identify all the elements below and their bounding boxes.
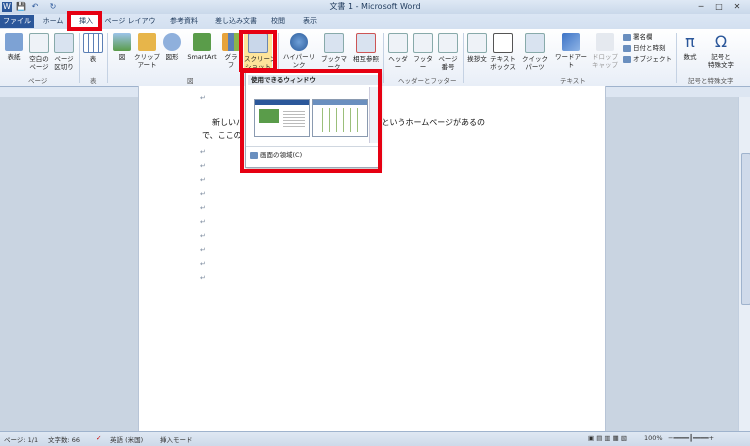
tab-file[interactable]: ファイル xyxy=(0,15,34,28)
hyperlink-button[interactable]: ハイパーリンク xyxy=(281,33,317,69)
proofing-icon[interactable]: ✓ xyxy=(96,434,101,442)
calendar-icon xyxy=(623,44,631,52)
group-label-page: ページ xyxy=(28,77,48,85)
drop-cap-icon xyxy=(596,33,614,51)
clip-art-button[interactable]: クリップ アート xyxy=(134,33,160,69)
cover-page-button[interactable]: 表紙 xyxy=(4,33,24,61)
divider xyxy=(107,33,108,83)
clip-art-icon xyxy=(138,33,156,51)
divider xyxy=(79,33,80,83)
quick-parts-button[interactable]: クイック パーツ xyxy=(518,33,552,71)
tab-page-layout[interactable]: ページ レイアウト xyxy=(104,15,156,38)
highlight-dropdown xyxy=(240,69,382,173)
highlight-screenshot-button xyxy=(239,30,277,72)
paragraph-mark: ↵ xyxy=(200,176,206,184)
object-icon xyxy=(623,55,631,63)
paragraph-mark: ↵ xyxy=(200,246,206,254)
tab-view[interactable]: 表示 xyxy=(296,15,324,28)
window-title: 文書 1 - Microsoft Word xyxy=(329,2,421,11)
globe-icon xyxy=(290,33,308,51)
footer-icon xyxy=(413,33,433,53)
paragraph-mark: ↵ xyxy=(200,190,206,198)
table-button[interactable]: 表 xyxy=(83,33,103,63)
language[interactable]: 英語 (米国) xyxy=(110,434,143,444)
group-label-symbols: 記号と特殊文字 xyxy=(688,77,734,85)
paragraph-mark: ↵ xyxy=(200,232,206,240)
signature-icon xyxy=(623,33,631,41)
minimize-button[interactable]: ─ xyxy=(694,1,708,12)
header-button[interactable]: ヘッダー xyxy=(387,33,409,71)
ribbon-tabs: ファイル ホーム 挿入 ページ レイアウト 参考資料 差し込み文書 校閲 表示 xyxy=(0,14,750,38)
group-label-illustrations: 図 xyxy=(187,77,194,85)
page-break-icon xyxy=(54,33,74,53)
tab-review[interactable]: 校閲 xyxy=(264,15,292,28)
scrollbar-thumb[interactable] xyxy=(741,153,750,305)
wordart-button[interactable]: ワードアート xyxy=(554,33,588,69)
page-number-icon xyxy=(438,33,458,53)
shapes-button[interactable]: 図形 xyxy=(161,33,183,61)
table-icon xyxy=(83,33,103,53)
paragraph-mark: ↵ xyxy=(200,94,206,102)
group-label-table: 表 xyxy=(90,77,97,85)
greeting-button[interactable]: 挨拶文 xyxy=(466,33,488,63)
smartart-button[interactable]: SmartArt xyxy=(185,33,219,61)
title-bar: W 💾 ↶ ↻ 文書 1 - Microsoft Word ─ □ ✕ xyxy=(0,0,750,14)
object-button[interactable]: オブジェクト xyxy=(623,55,672,64)
tab-references[interactable]: 参考資料 xyxy=(164,15,204,28)
picture-icon xyxy=(113,33,131,51)
omega-icon: Ω xyxy=(714,32,728,51)
header-icon xyxy=(388,33,408,53)
smartart-icon xyxy=(193,33,211,51)
close-button[interactable]: ✕ xyxy=(730,1,744,12)
maximize-button[interactable]: □ xyxy=(712,1,726,12)
zoom-slider[interactable]: −━━━━┃━━━━+ xyxy=(668,434,714,442)
shapes-icon xyxy=(163,33,181,51)
paragraph-mark: ↵ xyxy=(200,260,206,268)
equation-button[interactable]: π 数式 xyxy=(680,32,700,62)
page-number-button[interactable]: ページ 番号 xyxy=(437,33,459,71)
cross-reference-button[interactable]: 相互参照 xyxy=(351,33,381,63)
drop-cap-button[interactable]: ドロップ キャップ xyxy=(592,33,618,69)
pi-icon: π xyxy=(685,32,695,51)
paragraph-mark: ↵ xyxy=(200,162,206,170)
text-box-button[interactable]: テキスト ボックス xyxy=(490,33,516,71)
bookmark-button[interactable]: ブックマーク xyxy=(318,33,350,71)
greeting-icon xyxy=(467,33,487,53)
divider xyxy=(463,33,464,83)
symbol-button[interactable]: Ω 記号と 特殊文字 xyxy=(704,32,738,70)
date-time-button[interactable]: 日付と時刻 xyxy=(623,44,666,53)
cross-reference-icon xyxy=(356,33,376,53)
group-label-header-footer: ヘッダーとフッター xyxy=(398,77,457,85)
paragraph-mark: ↵ xyxy=(200,274,206,282)
signature-line-button[interactable]: 署名欄 xyxy=(623,33,653,42)
paragraph-mark: ↵ xyxy=(200,148,206,156)
status-bar: ページ: 1/1 文字数: 66 ✓ 英語 (米国) 挿入モード ▣ ▤ ▥ ▦… xyxy=(0,431,750,446)
picture-button[interactable]: 図 xyxy=(112,33,132,61)
group-label-text: テキスト xyxy=(560,77,586,85)
blank-page-icon xyxy=(29,33,49,53)
paragraph-mark: ↵ xyxy=(200,218,206,226)
word-count[interactable]: 文字数: 66 xyxy=(48,434,80,444)
wordart-icon xyxy=(562,33,580,51)
quick-parts-icon xyxy=(525,33,545,53)
highlight-insert-tab xyxy=(67,11,102,31)
tab-mailings[interactable]: 差し込み文書 xyxy=(210,15,262,28)
cover-page-icon xyxy=(5,33,23,51)
view-buttons[interactable]: ▣ ▤ ▥ ▦ ▧ xyxy=(588,434,627,442)
divider xyxy=(676,33,677,83)
tab-home[interactable]: ホーム xyxy=(38,15,68,28)
zoom-level[interactable]: 100% xyxy=(644,434,663,442)
vertical-scrollbar[interactable] xyxy=(738,97,750,431)
page-count[interactable]: ページ: 1/1 xyxy=(4,434,38,444)
divider xyxy=(383,33,384,83)
footer-button[interactable]: フッター xyxy=(412,33,434,71)
chart-icon xyxy=(222,33,240,51)
paragraph-mark: ↵ xyxy=(200,204,206,212)
page-break-button[interactable]: ページ 区切り xyxy=(53,33,75,71)
bookmark-icon xyxy=(324,33,344,53)
text-box-icon xyxy=(493,33,513,53)
blank-page-button[interactable]: 空白の ページ xyxy=(28,33,50,71)
insert-mode[interactable]: 挿入モード xyxy=(160,434,193,444)
chart-button[interactable]: グラフ xyxy=(222,33,240,69)
